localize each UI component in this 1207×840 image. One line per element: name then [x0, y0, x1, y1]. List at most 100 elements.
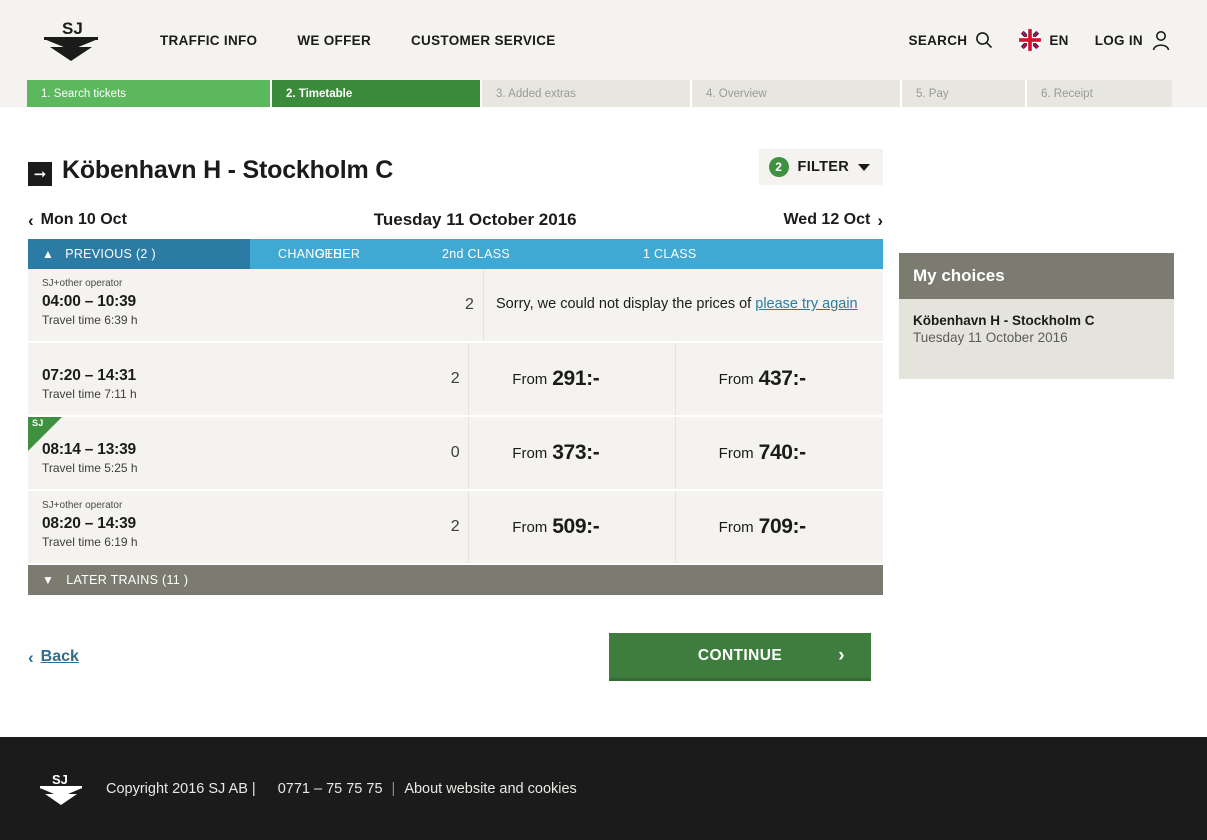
step-receipt[interactable]: 6. Receipt — [1027, 80, 1172, 107]
filter-label: FILTER — [798, 159, 849, 175]
page-title: Köbenhavn H - Stockholm C — [62, 155, 393, 185]
table-row[interactable]: 07:20 – 14:31 Travel time 7:11 h 2 From … — [28, 343, 883, 417]
price-value: 373:- — [552, 441, 599, 465]
row-times: 08:14 – 13:39 — [42, 441, 442, 459]
price-from-label: From — [719, 371, 754, 388]
later-trains-label: LATER TRAINS (11 ) — [66, 573, 188, 587]
row-operator-note — [42, 426, 442, 438]
row-price-2nd-class[interactable]: From 291:- — [469, 343, 675, 415]
back-button[interactable]: ‹ Back — [28, 648, 79, 666]
prev-day-button[interactable]: ‹ Mon 10 Oct — [28, 211, 127, 229]
next-day-label: Wed 12 Oct — [783, 211, 870, 229]
main-nav: TRAFFIC INFO WE OFFER CUSTOMER SERVICE — [160, 33, 556, 48]
row-changes: 0 — [442, 417, 469, 489]
price-value: 509:- — [552, 515, 599, 539]
continue-button[interactable]: CONTINUE › — [609, 633, 871, 681]
chevron-left-icon: ‹ — [28, 212, 34, 229]
column-header-2nd-class: 2nd CLASS — [432, 239, 639, 269]
next-day-button[interactable]: Wed 12 Oct › — [783, 211, 883, 229]
row-changes: 2 — [456, 269, 484, 341]
language-switcher[interactable]: EN — [1019, 29, 1068, 51]
table-row[interactable]: SJ+other operator 04:00 – 10:39 Travel t… — [28, 269, 883, 343]
try-again-link[interactable]: please try again — [755, 296, 857, 312]
main-content: ➞ Köbenhavn H - Stockholm C 2 FILTER ‹ M… — [0, 107, 1207, 764]
chevron-double-down-icon: ▼ — [42, 574, 54, 586]
row-price-1-class[interactable]: From 740:- — [676, 417, 883, 489]
step-pay[interactable]: 5. Pay — [902, 80, 1027, 107]
login-button[interactable]: LOG IN — [1095, 30, 1171, 51]
step-timetable[interactable]: 2. Timetable — [272, 80, 482, 107]
uk-flag-icon — [1019, 29, 1041, 51]
sj-ribbon-label: SJ — [32, 418, 43, 428]
column-header-1-class: 1 CLASS — [639, 239, 883, 269]
footer-copyright: Copyright 2016 SJ AB | — [106, 781, 256, 797]
row-times: 07:20 – 14:31 — [42, 367, 442, 385]
previous-trains-button[interactable]: ▲ PREVIOUS (2 ) — [28, 239, 250, 269]
timetable-panel: ➞ Köbenhavn H - Stockholm C 2 FILTER ‹ M… — [28, 155, 883, 681]
row-travel-time: Travel time 6:19 h — [42, 535, 442, 549]
price-from-label: From — [512, 371, 547, 388]
price-value: 437:- — [759, 367, 806, 391]
back-label: Back — [41, 648, 79, 666]
row-times: 04:00 – 10:39 — [42, 293, 456, 311]
filter-count-badge: 2 — [769, 157, 789, 177]
chevron-up-icon: ▲ — [42, 248, 54, 260]
later-trains-button[interactable]: ▼ LATER TRAINS (11 ) — [28, 565, 883, 595]
nav-item-customer-service[interactable]: CUSTOMER SERVICE — [411, 33, 556, 48]
price-from-label: From — [512, 445, 547, 462]
header-utilities: SEARCH EN LOG IN — [909, 0, 1171, 80]
search-label: SEARCH — [909, 33, 968, 48]
column-header-changes: CHANGES — [250, 239, 312, 269]
user-icon — [1151, 30, 1171, 51]
row-travel-time: Travel time 6:39 h — [42, 313, 456, 327]
footer-phone: 0771 – 75 75 75 — [278, 781, 383, 797]
row-operator-note: SJ+other operator — [42, 500, 442, 512]
row-operator-note: SJ+other operator — [42, 278, 456, 290]
step-added-extras[interactable]: 3. Added extras — [482, 80, 692, 107]
row-departure-cell: SJ+other operator 08:20 – 14:39 Travel t… — [28, 491, 442, 563]
row-price-1-class[interactable]: From 437:- — [676, 343, 883, 415]
chevron-right-icon: › — [877, 212, 883, 229]
chevron-down-icon — [858, 164, 870, 171]
row-price-1-class[interactable]: From 709:- — [676, 491, 883, 563]
nav-item-we-offer[interactable]: WE OFFER — [297, 33, 371, 48]
login-label: LOG IN — [1095, 33, 1143, 48]
row-travel-time: Travel time 5:25 h — [42, 461, 442, 475]
my-choices-route: Köbenhavn H - Stockholm C — [913, 313, 1160, 328]
table-row[interactable]: SJ+other operator 08:20 – 14:39 Travel t… — [28, 491, 883, 565]
row-departure-cell: 07:20 – 14:31 Travel time 7:11 h — [28, 343, 442, 415]
nav-item-traffic-info[interactable]: TRAFFIC INFO — [160, 33, 257, 48]
column-header-other: OTHER — [312, 239, 432, 269]
chevron-left-icon: ‹ — [28, 649, 34, 666]
step-search-tickets[interactable]: 1. Search tickets — [27, 80, 272, 107]
current-date-label: Tuesday 11 October 2016 — [374, 210, 577, 230]
row-travel-time: Travel time 7:11 h — [42, 387, 442, 401]
my-choices-date: Tuesday 11 October 2016 — [913, 330, 1160, 345]
continue-label: CONTINUE — [698, 647, 782, 665]
price-value: 291:- — [552, 367, 599, 391]
row-price-error-text: Sorry, we could not display the prices o… — [496, 296, 755, 312]
footer-space — [265, 781, 269, 797]
table-row[interactable]: SJ 08:14 – 13:39 Travel time 5:25 h 0 Fr… — [28, 417, 883, 491]
search-button[interactable]: SEARCH — [909, 31, 994, 49]
step-overview[interactable]: 4. Overview — [692, 80, 902, 107]
row-times: 08:20 – 14:39 — [42, 515, 442, 533]
sj-footer-logo: SJ — [38, 771, 84, 807]
row-price-2nd-class[interactable]: From 373:- — [469, 417, 675, 489]
site-footer: SJ Copyright 2016 SJ AB | 0771 – 75 75 7… — [0, 737, 1207, 840]
previous-trains-label: PREVIOUS (2 ) — [65, 247, 156, 261]
row-price-error: Sorry, we could not display the prices o… — [484, 269, 883, 341]
row-operator-note — [42, 352, 442, 364]
timetable-header: ▲ PREVIOUS (2 ) CHANGES OTHER 2nd CLASS … — [28, 239, 883, 269]
progress-steps: 1. Search tickets 2. Timetable 3. Added … — [0, 80, 1207, 107]
my-choices-title: My choices — [899, 253, 1174, 299]
footer-about-link[interactable]: About website and cookies — [404, 781, 577, 797]
sj-logo[interactable]: SJ — [40, 17, 102, 63]
row-changes: 2 — [442, 343, 469, 415]
date-navigation: ‹ Mon 10 Oct Tuesday 11 October 2016 Wed… — [28, 210, 883, 239]
price-value: 709:- — [759, 515, 806, 539]
row-price-2nd-class[interactable]: From 509:- — [469, 491, 675, 563]
search-icon — [975, 31, 993, 49]
filter-button[interactable]: 2 FILTER — [759, 149, 883, 185]
page-title-row: ➞ Köbenhavn H - Stockholm C 2 FILTER — [28, 155, 883, 186]
